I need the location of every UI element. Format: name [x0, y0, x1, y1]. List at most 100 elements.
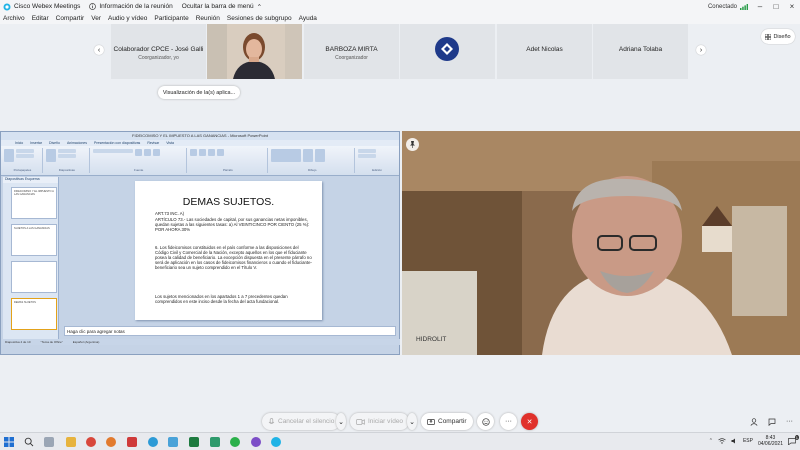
adobe-reader-icon[interactable] [127, 437, 137, 447]
menu-participante[interactable]: Participante [154, 15, 188, 22]
input-language[interactable]: ESP [743, 438, 753, 444]
app-icon[interactable] [210, 437, 220, 447]
speaker-video-frame: HIDROLIT [402, 131, 800, 355]
ppt-tab[interactable]: Revisar [147, 140, 159, 146]
reactions-button[interactable] [477, 413, 494, 430]
ppt-tab[interactable]: Animaciones [67, 140, 87, 146]
start-video-button[interactable]: Iniciar vídeo [350, 413, 410, 430]
new-slide-icon[interactable] [45, 149, 56, 162]
status-language: Español (Argentina) [72, 340, 100, 344]
ppt-tab[interactable]: Vista [166, 140, 174, 146]
menu-ver[interactable]: Ver [91, 15, 101, 22]
strip-next-button[interactable]: › [696, 45, 706, 55]
audio-options-chevron-icon[interactable]: ⌄ [336, 413, 346, 430]
share-button[interactable]: Compartir [421, 413, 473, 430]
end-meeting-button[interactable]: ✕ [521, 413, 538, 430]
participant-tile[interactable]: Colaborador CPCE - José Galli Coorganiza… [111, 24, 206, 79]
menu-ayuda[interactable]: Ayuda [299, 15, 317, 22]
app-icon[interactable] [251, 437, 261, 447]
clock[interactable]: 8:43 04/06/2021 [758, 435, 783, 447]
menu-archivo[interactable]: Archivo [3, 15, 25, 22]
menu-compartir[interactable]: Compartir [56, 15, 85, 22]
shared-application-pill[interactable]: Visualización de la(s) aplica... [158, 86, 240, 99]
layout-ribbon-button[interactable] [57, 149, 76, 153]
thumbnail-text: SUJETOS A LAS GANANCIAS [14, 227, 50, 230]
menu-reunion[interactable]: Reunión [196, 15, 220, 22]
copy-icon[interactable] [16, 154, 34, 158]
reset-ribbon-button[interactable] [57, 154, 76, 158]
active-speaker-video[interactable]: HIDROLIT [402, 131, 800, 355]
font-name-box[interactable] [92, 149, 133, 153]
menu-editar[interactable]: Editar [32, 15, 49, 22]
participant-tile[interactable]: BARBOZA MIRTA Coorganizador [304, 24, 399, 79]
excel-icon[interactable] [189, 437, 199, 447]
menu-audio-video[interactable]: Audio y vídeo [108, 15, 147, 22]
italic-icon[interactable] [143, 149, 151, 156]
thumbnail-text: FIDEICOMISO Y EL IMPUESTO A LAS GANANCIA… [14, 190, 54, 196]
pin-video-button[interactable] [406, 138, 419, 151]
paste-icon[interactable] [4, 149, 14, 162]
strip-prev-button[interactable]: ‹ [94, 45, 104, 55]
ppt-tab[interactable]: Presentación con diapositivas [94, 140, 140, 146]
bold-icon[interactable] [134, 149, 142, 156]
participant-video-tile[interactable] [207, 24, 302, 79]
slide-notes-field[interactable]: Haga clic para agregar notas [64, 326, 396, 336]
more-options-button[interactable]: ··· [500, 413, 517, 430]
slide-thumbnail-selected[interactable]: DEMAS SUJETOS [11, 298, 57, 330]
chat-panel-button[interactable] [763, 413, 780, 430]
ppt-tab[interactable]: Inicio [15, 140, 23, 146]
pin-icon [409, 141, 416, 148]
shapes-gallery[interactable] [271, 149, 302, 162]
find-icon[interactable] [358, 149, 377, 153]
task-view-icon[interactable] [44, 437, 54, 447]
close-window-button[interactable]: × [784, 0, 800, 13]
firefox-icon[interactable] [106, 437, 116, 447]
video-options-chevron-icon[interactable]: ⌄ [407, 413, 417, 430]
slide-thumbnail[interactable]: SUJETOS A LAS GANANCIAS [11, 224, 57, 256]
slide-thumbnail[interactable]: FIDEICOMISO Y EL IMPUESTO A LAS GANANCIA… [11, 187, 57, 219]
windows-start-icon[interactable] [4, 437, 14, 447]
slides-panel-tabs[interactable]: Diapositivas Esquema [3, 177, 58, 183]
replace-icon[interactable] [358, 154, 377, 158]
participant-tile[interactable]: Adet Nicolas [497, 24, 592, 79]
hide-menu-bar-button[interactable]: Ocultar la barra de menú ⌃ [179, 3, 268, 11]
cut-icon[interactable] [16, 149, 34, 153]
tray-chevron-up-icon[interactable]: ⌃ [709, 438, 713, 444]
participant-tile[interactable]: Adriana Tolaba [593, 24, 688, 79]
unmute-button[interactable]: Cancelar el silencio [262, 413, 341, 430]
ppt-tab[interactable]: Diseño [49, 140, 60, 146]
volume-icon[interactable] [731, 438, 738, 444]
notification-icon[interactable]: 1 [788, 434, 799, 445]
file-explorer-icon[interactable] [66, 437, 76, 447]
maximize-button[interactable]: □ [768, 0, 784, 13]
bullets-icon[interactable] [189, 149, 197, 156]
webex-taskbar-icon[interactable] [271, 437, 281, 447]
arrange-icon[interactable] [303, 149, 314, 162]
layout-button[interactable]: Diseño [761, 29, 795, 44]
participants-panel-button[interactable] [745, 413, 762, 430]
participant-tile[interactable] [400, 24, 495, 79]
wifi-icon[interactable] [718, 438, 726, 444]
slide-thumbnail[interactable] [11, 261, 57, 293]
underline-icon[interactable] [152, 149, 160, 156]
current-slide[interactable]: DEMAS SUJETOS. ART.73 INC. A) ARTÍCULO 7… [135, 181, 322, 320]
meeting-info-tab[interactable]: Información de la reunión [86, 3, 178, 10]
search-icon[interactable] [24, 437, 34, 447]
align-center-icon[interactable] [216, 149, 224, 156]
quick-styles-icon[interactable] [315, 149, 326, 162]
status-theme: "Tema de Office" [40, 340, 63, 344]
slides-panel: Diapositivas Esquema FIDEICOMISO Y EL IM… [3, 177, 59, 340]
numbering-icon[interactable] [198, 149, 206, 156]
notes-placeholder: Haga clic para agregar notas [67, 329, 125, 334]
share-icon [427, 418, 435, 425]
edge-icon[interactable] [148, 437, 158, 447]
thumbnail-text: DEMAS SUJETOS [14, 301, 36, 304]
whatsapp-icon[interactable] [230, 437, 240, 447]
chrome-icon[interactable] [86, 437, 96, 447]
more-panels-button[interactable]: ··· [781, 413, 798, 430]
align-left-icon[interactable] [207, 149, 215, 156]
minimize-button[interactable]: – [752, 0, 768, 13]
ppt-tab[interactable]: Insertar [30, 140, 42, 146]
network-app-icon[interactable] [168, 437, 178, 447]
menu-sesiones-subgrupo[interactable]: Sesiones de subgrupo [227, 15, 292, 22]
